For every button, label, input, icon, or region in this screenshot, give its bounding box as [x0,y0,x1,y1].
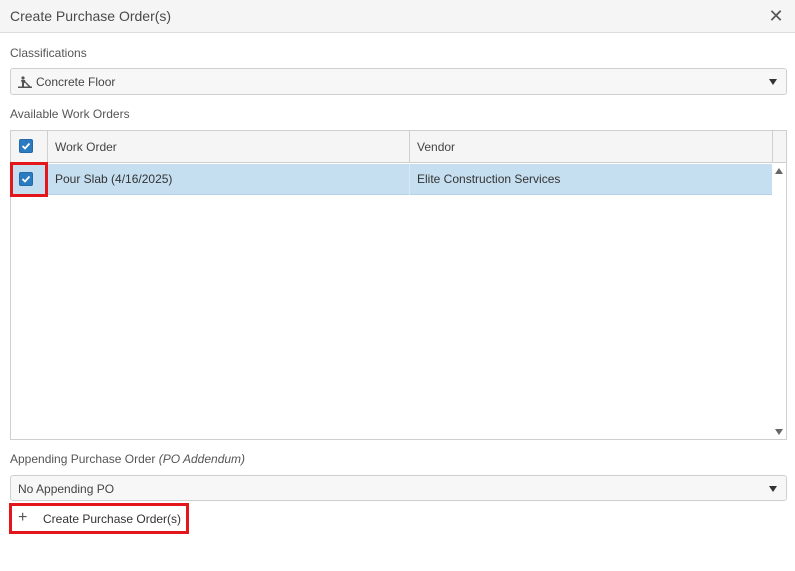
create-button-label: Create Purchase Order(s) [43,512,182,526]
check-icon [21,142,31,150]
work-order-cell: Pour Slab (4/16/2025) [55,172,173,186]
classifications-select[interactable]: Concrete Floor [10,68,787,95]
column-header-vendor[interactable]: Vendor [417,140,455,154]
grid-header: Work Order Vendor [11,131,772,163]
column-divider [47,131,48,163]
classifications-selected-text: Concrete Floor [36,75,116,89]
row-checkbox[interactable] [19,172,33,186]
vendor-cell: Elite Construction Services [417,172,561,186]
select-all-checkbox[interactable] [19,139,33,153]
work-orders-label: Available Work Orders [10,107,130,121]
appending-po-label-text: Appending Purchase Order [10,452,159,466]
scroll-up-icon[interactable] [775,168,783,174]
appending-po-value: No Appending PO [18,482,115,496]
column-divider [409,164,410,195]
chevron-down-icon [769,79,777,85]
work-orders-grid: Work Order Vendor Pour Slab (4/16/2025) … [10,130,787,440]
worker-icon [18,76,32,88]
appending-po-label: Appending Purchase Order (PO Addendum) [10,452,245,466]
column-divider [47,164,48,195]
scroll-down-icon[interactable] [775,429,783,435]
column-divider [409,131,410,163]
column-header-work-order[interactable]: Work Order [55,140,117,154]
classifications-value: Concrete Floor [18,75,115,89]
table-row[interactable]: Pour Slab (4/16/2025) Elite Construction… [11,164,772,195]
dialog-title: Create Purchase Order(s) [10,8,172,24]
appending-po-select[interactable]: No Appending PO [10,475,787,501]
dialog-titlebar: Create Purchase Order(s) ✕ [0,0,795,33]
chevron-down-icon [769,486,777,492]
close-icon[interactable]: ✕ [767,6,785,26]
appending-po-label-hint: (PO Addendum) [158,452,246,466]
create-purchase-orders-button[interactable]: + Create Purchase Order(s) [13,507,186,531]
grid-scrollbar[interactable] [772,164,786,439]
check-icon [21,175,31,183]
grid-header-scroll-pad [772,131,786,163]
classifications-label: Classifications [10,46,87,60]
plus-icon: + [18,509,28,526]
